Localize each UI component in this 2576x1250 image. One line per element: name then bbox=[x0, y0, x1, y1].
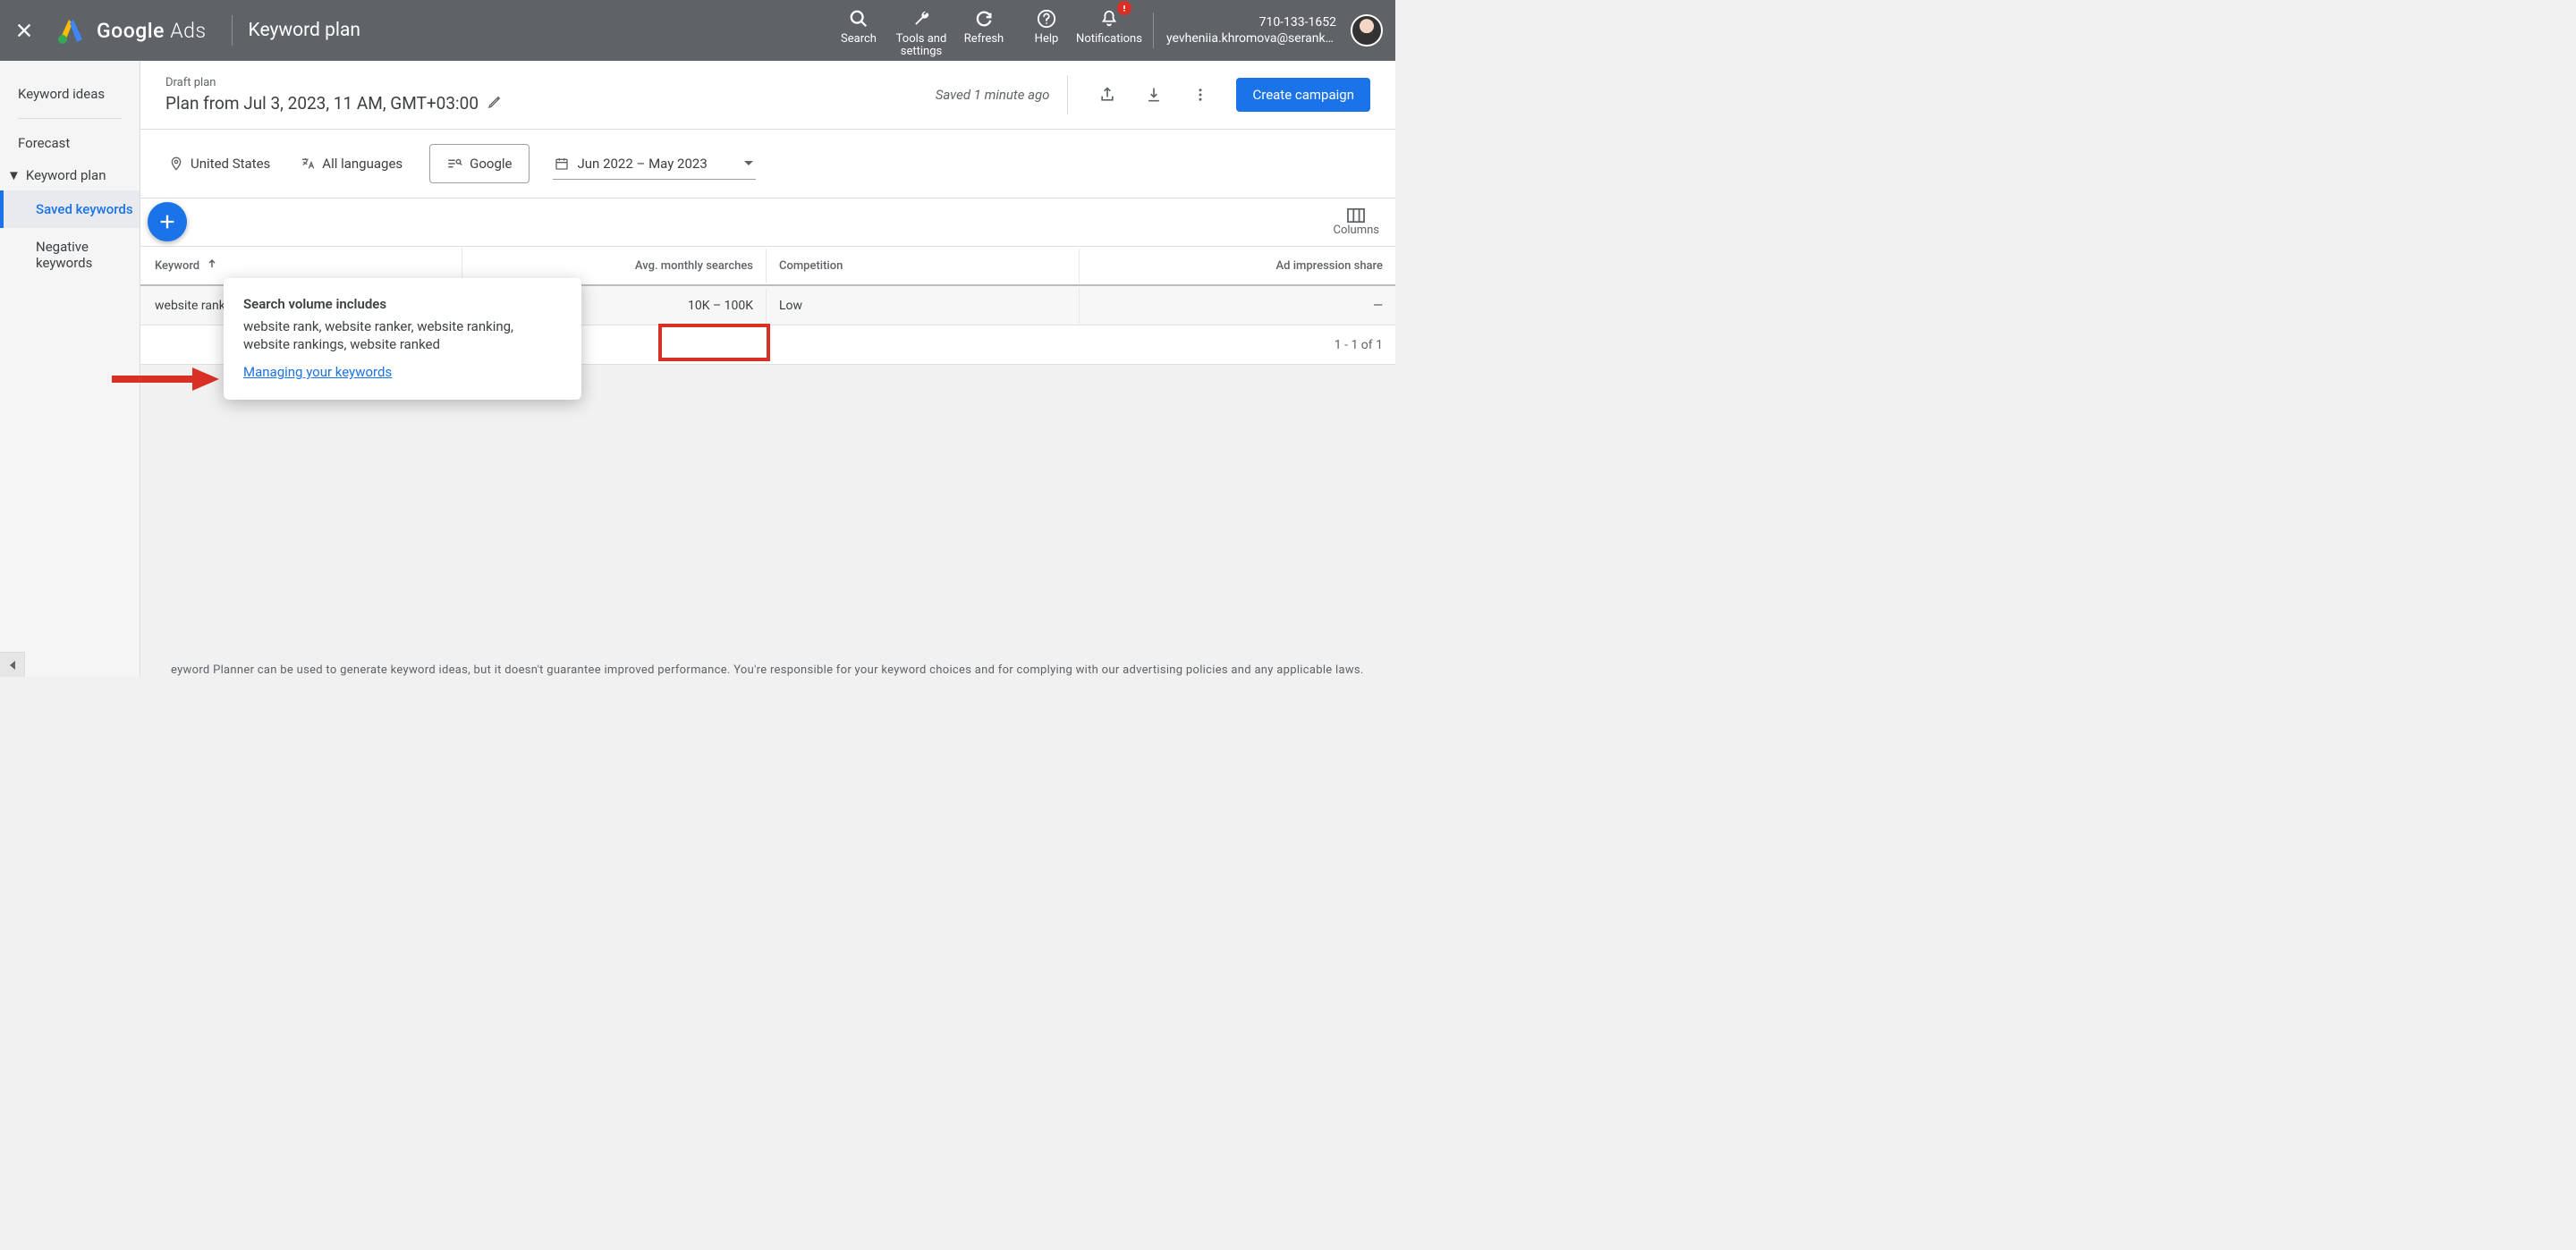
plan-title: Plan from Jul 3, 2023, 11 AM, GMT+03:00 bbox=[165, 93, 479, 114]
add-keywords-button[interactable] bbox=[148, 202, 187, 241]
divider bbox=[1153, 13, 1154, 48]
search-button[interactable]: Search bbox=[827, 3, 890, 58]
sidebar-group-label: Keyword plan bbox=[26, 167, 106, 183]
sidebar-item-forecast[interactable]: Forecast bbox=[0, 126, 140, 160]
annotation-arrow bbox=[112, 366, 219, 393]
search-network-icon bbox=[446, 157, 462, 170]
language-filter[interactable]: All languages bbox=[297, 148, 406, 179]
draft-label: Draft plan bbox=[165, 76, 936, 89]
network-filter[interactable]: Google bbox=[429, 144, 529, 183]
refresh-icon bbox=[974, 8, 994, 30]
date-range-label: Jun 2022 – May 2023 bbox=[578, 156, 708, 172]
cell-competition: Low bbox=[767, 288, 1080, 324]
account-id: 710-133-1652 bbox=[1166, 14, 1336, 30]
location-icon bbox=[169, 156, 183, 171]
refresh-button[interactable]: Refresh bbox=[953, 3, 1015, 58]
edit-title-button[interactable] bbox=[487, 93, 502, 114]
language-label: All languages bbox=[322, 156, 402, 172]
search-icon bbox=[849, 8, 869, 30]
location-label: United States bbox=[191, 156, 270, 172]
download-button[interactable] bbox=[1136, 77, 1172, 113]
table-actions-row: Columns bbox=[140, 198, 1395, 246]
empty-area bbox=[140, 365, 1395, 677]
dropdown-icon bbox=[743, 160, 754, 167]
share-button[interactable] bbox=[1089, 77, 1125, 113]
sidebar-item-keyword-ideas[interactable]: Keyword ideas bbox=[0, 77, 140, 111]
divider bbox=[18, 118, 122, 119]
logo[interactable]: Google Ads bbox=[48, 16, 216, 45]
popover-body: website rank, website ranker, website ra… bbox=[243, 317, 562, 353]
bell-icon bbox=[1099, 8, 1119, 30]
notifications-button[interactable]: Notifications bbox=[1078, 3, 1140, 58]
language-icon bbox=[301, 156, 315, 171]
avatar[interactable] bbox=[1351, 14, 1383, 46]
sort-arrow-icon bbox=[207, 258, 217, 273]
columns-icon bbox=[1346, 207, 1366, 224]
date-range-filter[interactable]: Jun 2022 – May 2023 bbox=[553, 148, 756, 180]
network-label: Google bbox=[470, 156, 512, 172]
tools-settings-button[interactable]: Tools andsettings bbox=[890, 3, 953, 58]
search-volume-popover: Search volume includes website rank, web… bbox=[224, 278, 581, 400]
share-icon bbox=[1098, 86, 1116, 104]
location-filter[interactable]: United States bbox=[165, 148, 274, 179]
notification-alert-badge bbox=[1117, 1, 1131, 15]
calendar-icon bbox=[555, 156, 569, 171]
account-email: yevheniia.khromova@serankin… bbox=[1166, 30, 1336, 46]
account-info[interactable]: 710-133-1652 yevheniia.khromova@serankin… bbox=[1166, 14, 1345, 46]
brand-text: Google Ads bbox=[97, 19, 207, 43]
download-icon bbox=[1145, 86, 1163, 104]
plus-icon bbox=[157, 212, 177, 232]
saved-status: Saved 1 minute ago bbox=[936, 75, 1069, 114]
popover-title: Search volume includes bbox=[243, 296, 562, 312]
collapse-sidebar-button[interactable] bbox=[0, 652, 25, 677]
caret-left-icon bbox=[8, 660, 17, 671]
more-vert-icon bbox=[1192, 87, 1208, 103]
google-ads-logo-icon bbox=[57, 16, 86, 45]
cell-ad-impression-share: — bbox=[1080, 288, 1395, 324]
top-bar: Google Ads Keyword plan Search Tools and… bbox=[0, 0, 1395, 61]
filters-row: United States All languages Google Jun 2… bbox=[140, 130, 1395, 198]
plan-header: Draft plan Plan from Jul 3, 2023, 11 AM,… bbox=[140, 61, 1395, 130]
sidebar-item-saved-keywords[interactable]: Saved keywords bbox=[0, 190, 140, 228]
column-header-competition[interactable]: Competition bbox=[767, 249, 1080, 283]
close-button[interactable] bbox=[0, 21, 48, 40]
columns-label: Columns bbox=[1334, 224, 1380, 237]
help-button[interactable]: Help bbox=[1015, 3, 1078, 58]
help-icon bbox=[1037, 8, 1056, 30]
sidebar-item-negative-keywords[interactable]: Negative keywords bbox=[18, 228, 140, 282]
wrench-icon bbox=[911, 8, 931, 30]
pencil-icon bbox=[487, 95, 502, 109]
columns-button[interactable]: Columns bbox=[1330, 204, 1384, 241]
more-menu-button[interactable] bbox=[1182, 77, 1218, 113]
create-campaign-button[interactable]: Create campaign bbox=[1236, 78, 1370, 112]
popover-link[interactable]: Managing your keywords bbox=[243, 364, 392, 380]
disclaimer-text: eyword Planner can be used to generate k… bbox=[140, 660, 1395, 677]
page-section-title: Keyword plan bbox=[249, 20, 361, 41]
caret-down-icon: ▼ bbox=[7, 167, 21, 183]
divider bbox=[232, 15, 233, 46]
column-header-ad-impression-share[interactable]: Ad impression share bbox=[1080, 249, 1395, 283]
sidebar-group-keyword-plan[interactable]: ▼ Keyword plan bbox=[0, 160, 140, 190]
